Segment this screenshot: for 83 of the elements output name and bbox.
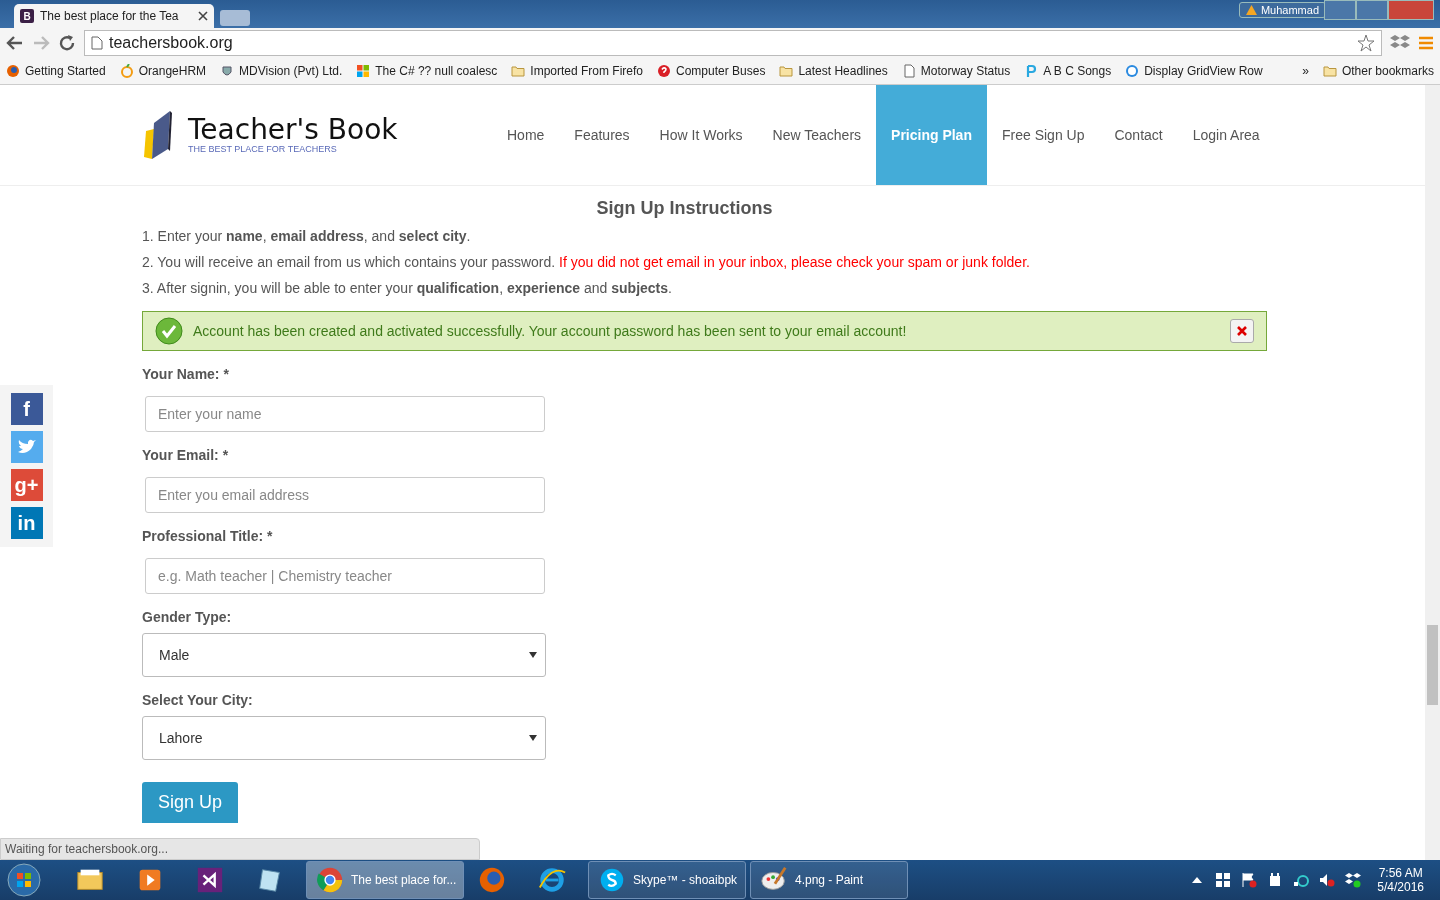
close-icon[interactable]	[198, 11, 208, 21]
bird-shape-icon	[16, 439, 37, 455]
logo-title: Teacher's Book	[188, 116, 398, 144]
logo-tagline: THE BEST PLACE FOR TEACHERS	[188, 144, 338, 154]
bookmark-link[interactable]: Imported From Firefo	[511, 63, 643, 78]
section-title: Sign Up Instructions	[595, 198, 774, 219]
text-field[interactable]: e.g. Math teacher | Chemistry teacher	[145, 558, 545, 594]
folder-icon	[511, 63, 526, 78]
bookmark-link[interactable]: Motorway Status	[901, 63, 1011, 78]
bookmark-link[interactable]: OrangeHRM	[119, 63, 207, 78]
reload-icon[interactable]	[58, 33, 76, 52]
tab-title: The best place for the Tea	[40, 9, 179, 23]
bookmark-link[interactable]: Computer Buses	[657, 63, 766, 78]
dropbox-icon[interactable]	[1345, 872, 1362, 888]
scrollbar[interactable]	[1425, 85, 1440, 860]
speaker-muted-icon[interactable]	[1319, 872, 1336, 888]
instruction-step: 3. After signin, you will be able to enter your qualification, experience and subjects.	[142, 279, 1267, 297]
tab-favicon: B	[20, 9, 34, 23]
back-icon[interactable]	[6, 33, 24, 52]
field-label: Professional Title: *	[142, 528, 274, 544]
nav-link[interactable]: How It Works	[644, 85, 758, 185]
address-bar[interactable]: teachersbook.org	[84, 29, 1382, 56]
close-icon	[1237, 326, 1247, 336]
field-label: Gender Type:	[142, 609, 233, 625]
fox-globe-icon	[6, 63, 20, 78]
text-field[interactable]: Enter your name	[145, 396, 545, 432]
text-field[interactable]: Enter you email address	[145, 477, 545, 513]
taskbar-button[interactable]: Skype™ - shoaibpk	[588, 861, 746, 899]
field-label: Your Email: *	[142, 447, 230, 463]
nav-link[interactable]: New Teachers	[757, 85, 877, 185]
status-bar: Waiting for teachersbook.org...	[0, 838, 480, 860]
flag-icon[interactable]	[1241, 872, 1258, 888]
page-icon	[91, 35, 103, 50]
page-icon	[901, 63, 916, 78]
warning-icon	[1245, 5, 1257, 15]
clock[interactable]: 7:56 AM 5/4/2016	[1377, 866, 1424, 894]
star-icon[interactable]	[1357, 33, 1375, 52]
shield-icon	[220, 63, 235, 78]
nav-link[interactable]: Features	[559, 85, 645, 185]
fruit-icon	[119, 63, 134, 78]
start-button[interactable]	[6, 862, 42, 898]
caret-icon	[529, 735, 537, 741]
letter-e-icon	[537, 865, 567, 895]
bookmark-link[interactable]: A B C Songs	[1024, 63, 1112, 78]
folder-icon	[1322, 63, 1337, 78]
bookmark-link[interactable]: Display GridView Row	[1125, 63, 1263, 78]
chrome-icon	[315, 865, 345, 895]
nav-link[interactable]: Contact	[1099, 85, 1178, 185]
question-mark-icon	[657, 63, 671, 78]
profile-button[interactable]: Muhammad	[1238, 2, 1326, 18]
googleplus-button[interactable]: g+	[10, 469, 43, 501]
dropdown[interactable]: Lahore	[142, 716, 546, 760]
bookmark-link[interactable]: MDVision (Pvt) Ltd.	[220, 63, 343, 78]
bookmark-folder[interactable]: Other bookmarks	[1322, 63, 1434, 78]
infinity-logo-icon	[195, 865, 225, 895]
four-squares-icon	[356, 63, 371, 78]
taskbar-button[interactable]: The best place for...	[306, 861, 464, 899]
facebook-button[interactable]: f	[10, 393, 43, 425]
instruction-step: 2. You will receive an email from us which contains your password. If you did not get email in your inbox, please check your spam or junk folder.	[142, 253, 1267, 271]
nav-link[interactable]: Free Sign Up	[986, 85, 1100, 185]
dropdown[interactable]: Male	[142, 633, 546, 677]
bookmark-link[interactable]: Latest Headlines	[779, 63, 888, 78]
caret-icon	[529, 652, 537, 658]
browser-tab[interactable]: B The best place for the Tea	[14, 4, 214, 28]
bookmark-link[interactable]: The C# ?? null coalesc	[356, 63, 498, 78]
close-button[interactable]	[1230, 319, 1254, 343]
circle-icon	[1125, 63, 1140, 78]
nav-link[interactable]: Login Area	[1177, 85, 1275, 185]
windows-icon[interactable]	[1215, 872, 1232, 888]
check-icon	[155, 317, 183, 345]
alert-message: Account has been created and activated successfully. Your account password has been sent to your email account!	[193, 323, 907, 339]
network-icon[interactable]	[1293, 872, 1310, 888]
more-bookmarks-button[interactable]: »	[1302, 63, 1309, 78]
letter-p-icon	[1024, 63, 1039, 78]
instruction-step: 1. Enter your name, email address, and select city.	[142, 227, 1267, 245]
folder-icon	[779, 63, 794, 78]
fox-globe-icon	[477, 865, 507, 895]
nav-link[interactable]: Home	[492, 85, 560, 185]
linkedin-button[interactable]: in	[10, 507, 43, 539]
taskbar-button[interactable]: 4.png - Paint	[750, 861, 908, 899]
field-label: Your Name: *	[142, 366, 230, 382]
bookmark-link[interactable]: Getting Started	[6, 63, 106, 78]
field-label: Select Your City:	[142, 692, 254, 708]
